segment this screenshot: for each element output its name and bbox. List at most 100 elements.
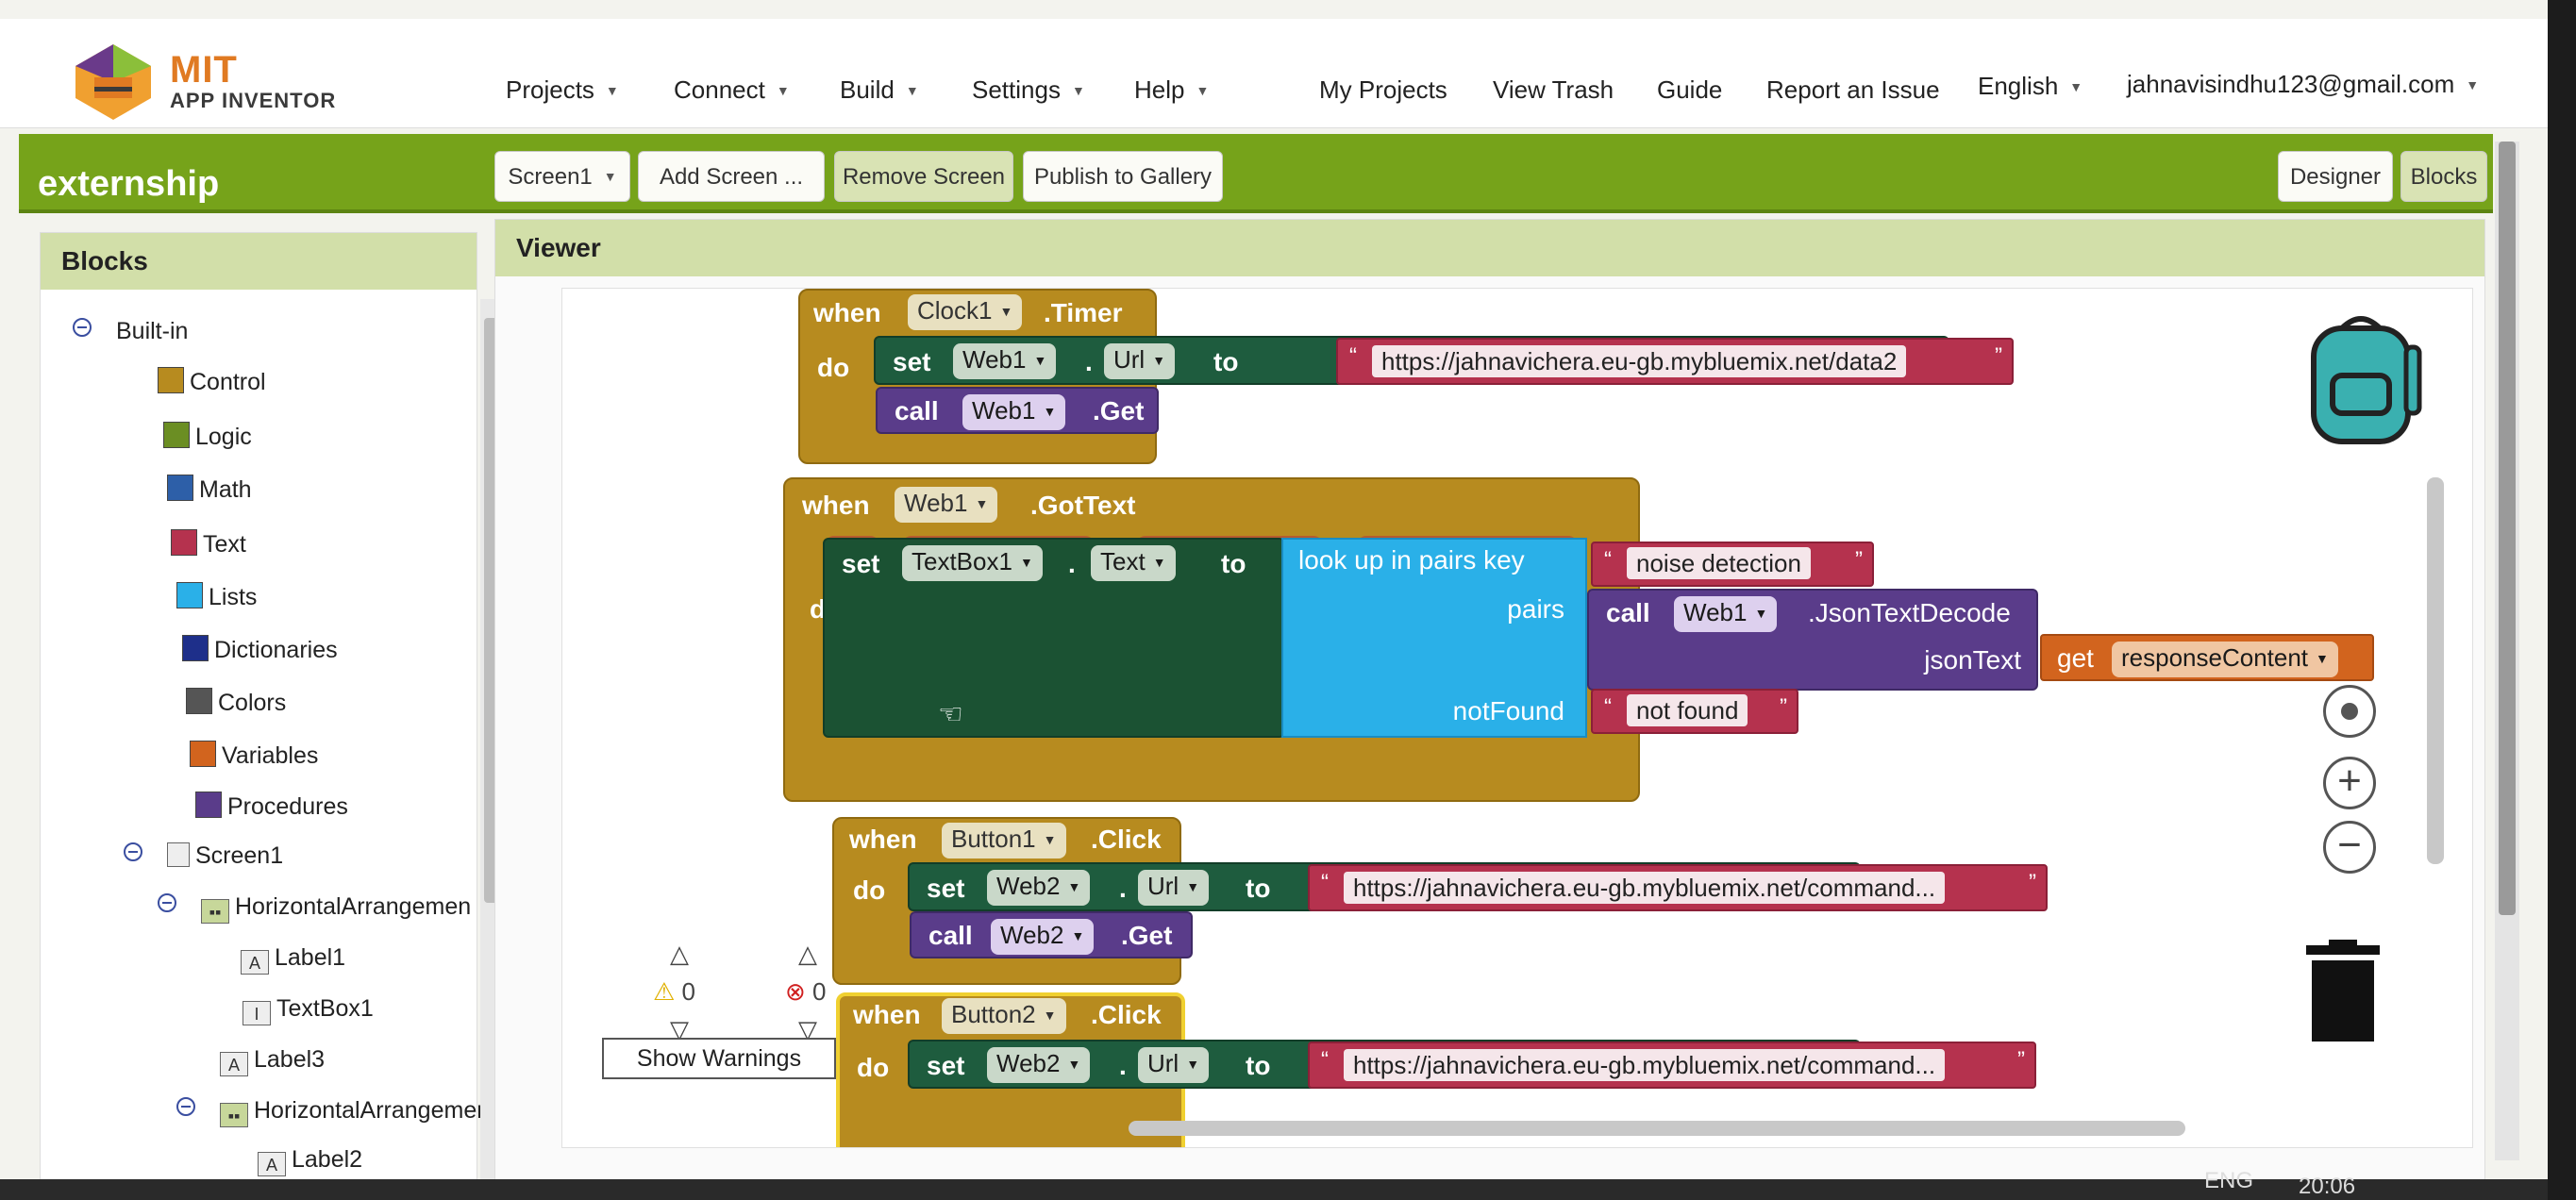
tree-horizontal-arrangement-2[interactable]: ▪▪ HorizontalArrangemen — [176, 1097, 490, 1127]
publish-gallery-button[interactable]: Publish to Gallery — [1023, 151, 1223, 202]
url-property-dropdown[interactable]: Url ▼ — [1100, 343, 1179, 379]
builtin-dictionaries[interactable]: Dictionaries — [182, 635, 338, 664]
remove-screen-button[interactable]: Remove Screen — [834, 151, 1013, 202]
url-text-value[interactable]: https://jahnavichera.eu-gb.mybluemix.net… — [1344, 1049, 1946, 1081]
tree-builtin[interactable]: Built-in — [73, 318, 188, 345]
command-url-text-block-2[interactable]: “ https://jahnavichera.eu-gb.mybluemix.n… — [1308, 1042, 2036, 1089]
warning-up-arrow-icon[interactable]: △ — [670, 940, 689, 969]
web1-event-dropdown[interactable]: Web1 ▼ — [891, 487, 1001, 523]
collapse-icon[interactable] — [124, 842, 142, 861]
error-icon: ⊗ — [785, 977, 806, 1006]
clock1-dropdown[interactable]: Clock1 ▼ — [904, 294, 1026, 330]
show-warnings-button[interactable]: Show Warnings — [602, 1038, 836, 1079]
url-text-block[interactable]: “ https://jahnavichera.eu-gb.mybluemix.n… — [1336, 338, 2014, 385]
builtin-control[interactable]: Control — [158, 367, 266, 396]
button2-dropdown[interactable]: Button2 ▼ — [938, 998, 1070, 1034]
lookup-in-pairs-block[interactable]: look up in pairs key pairs notFound — [1281, 538, 1587, 738]
language-selector[interactable]: English ▼ — [1978, 72, 2083, 101]
collapse-icon[interactable] — [176, 1097, 195, 1116]
web1-call-dropdown[interactable]: Web1 ▼ — [959, 394, 1069, 430]
do-keyword: do — [817, 353, 850, 382]
notfound-text-value[interactable]: not found — [1627, 694, 1748, 726]
call-jsontextdecode-block[interactable]: call Web1 ▼ .JsonTextDecode jsonText — [1587, 589, 2038, 691]
collapse-icon[interactable] — [73, 318, 92, 337]
text-property-dropdown[interactable]: Text ▼ — [1087, 545, 1179, 581]
menu-build[interactable]: Build ▼ — [840, 75, 919, 105]
backpack-icon[interactable] — [2295, 309, 2427, 451]
tree-label2[interactable]: A Label2 — [258, 1146, 362, 1176]
builtin-math[interactable]: Math — [167, 475, 252, 504]
logo-mit-text: MIT — [170, 49, 238, 91]
call-web1-get-block[interactable]: call Web1 ▼ .Get — [876, 387, 1159, 434]
zoom-out-icon[interactable]: − — [2323, 821, 2376, 874]
zoom-in-icon[interactable]: + — [2323, 757, 2376, 809]
tree-textbox1[interactable]: I TextBox1 — [243, 995, 374, 1025]
notfound-text-block[interactable]: “ not found ” — [1591, 689, 1798, 734]
textbox1-dropdown[interactable]: TextBox1 ▼ — [898, 545, 1046, 581]
dot-separator: . — [1119, 1051, 1127, 1080]
recenter-icon[interactable] — [2323, 685, 2376, 738]
collapse-icon[interactable] — [158, 893, 176, 912]
web1-dropdown[interactable]: Web1 ▼ — [949, 343, 1060, 379]
tree-label1[interactable]: A Label1 — [241, 944, 345, 975]
chevron-down-icon: ▼ — [2316, 651, 2329, 666]
key-text-value[interactable]: noise detection — [1627, 547, 1811, 579]
link-guide[interactable]: Guide — [1657, 75, 1722, 105]
error-up-arrow-icon[interactable]: △ — [798, 940, 817, 969]
builtin-lists[interactable]: Lists — [176, 582, 257, 611]
call-web2-get-block[interactable]: call Web2 ▼ .Get — [910, 911, 1193, 958]
tree-screen1[interactable]: Screen1 — [124, 842, 283, 870]
screen-select[interactable]: Screen1 ▼ — [494, 151, 630, 202]
app-inventor-logo[interactable]: MIT APP INVENTOR — [66, 30, 349, 125]
builtin-procedures[interactable]: Procedures — [195, 792, 348, 821]
web1-decode-dropdown[interactable]: Web1 ▼ — [1670, 596, 1781, 632]
blocks-button[interactable]: Blocks — [2400, 151, 2487, 202]
builtin-text[interactable]: Text — [171, 529, 246, 558]
web2-call-dropdown[interactable]: Web2 ▼ — [987, 919, 1097, 955]
workspace-horizontal-scrollbar[interactable] — [1129, 1121, 2185, 1136]
taskbar-clock: 20:06 — [2299, 1174, 2356, 1199]
tree-horizontal-arrangement-1[interactable]: ▪▪ HorizontalArrangemen — [158, 893, 471, 924]
get-response-content-block[interactable]: get responseContent ▼ — [2040, 634, 2374, 681]
dictionaries-swatch-icon — [182, 635, 209, 661]
menu-connect[interactable]: Connect ▼ — [674, 75, 790, 105]
chevron-down-icon: ▼ — [1071, 928, 1085, 943]
get-variable-dropdown[interactable]: responseContent ▼ — [2108, 642, 2342, 677]
pairs-label: pairs — [1507, 594, 1564, 624]
link-report-issue[interactable]: Report an Issue — [1766, 75, 1940, 105]
web2-dropdown[interactable]: Web2 ▼ — [983, 1047, 1094, 1083]
set-textbox1-text-block[interactable]: set TextBox1 ▼ . Text ▼ to ☜ — [823, 538, 1285, 738]
url-text-value[interactable]: https://jahnavichera.eu-gb.mybluemix.net… — [1344, 872, 1946, 904]
chevron-down-icon: ▼ — [1196, 83, 1210, 98]
get-keyword: get — [2057, 643, 2094, 673]
menu-help[interactable]: Help ▼ — [1134, 75, 1209, 105]
button1-dropdown[interactable]: Button1 ▼ — [938, 823, 1070, 858]
builtin-logic[interactable]: Logic — [163, 422, 252, 451]
url-text-value[interactable]: https://jahnavichera.eu-gb.mybluemix.net… — [1372, 345, 1907, 377]
page-scrollbar[interactable] — [2495, 142, 2519, 1160]
hand-cursor-icon: ☜ — [938, 699, 963, 730]
web2-dropdown[interactable]: Web2 ▼ — [983, 870, 1094, 906]
method-name: .Get — [1121, 921, 1173, 950]
page-scrollbar-thumb[interactable] — [2499, 142, 2516, 915]
url-property-dropdown[interactable]: Url ▼ — [1134, 1047, 1213, 1083]
builtin-colors[interactable]: Colors — [186, 688, 286, 717]
chevron-down-icon: ▼ — [603, 169, 617, 184]
trash-icon[interactable] — [2300, 940, 2385, 1043]
blocks-workspace[interactable]: when Clock1 ▼ .Timer do set Web1 ▼ . Url ▼ … — [561, 288, 2473, 1148]
builtin-variables[interactable]: Variables — [190, 741, 318, 770]
link-my-projects[interactable]: My Projects — [1319, 75, 1447, 105]
chevron-down-icon: ▼ — [905, 83, 919, 98]
taskbar-language: ENG — [2204, 1168, 2254, 1193]
link-view-trash[interactable]: View Trash — [1493, 75, 1614, 105]
user-account-menu[interactable]: jahnavisindhu123@gmail.com ▼ — [2127, 70, 2479, 99]
command-url-text-block-1[interactable]: “ https://jahnavichera.eu-gb.mybluemix.n… — [1308, 864, 2048, 911]
tree-label3[interactable]: A Label3 — [220, 1046, 325, 1076]
designer-button[interactable]: Designer — [2278, 151, 2393, 202]
url-property-dropdown[interactable]: Url ▼ — [1134, 870, 1213, 906]
workspace-vertical-scrollbar[interactable] — [2427, 477, 2444, 864]
add-screen-button[interactable]: Add Screen ... — [638, 151, 825, 202]
key-text-block[interactable]: “ noise detection ” — [1591, 542, 1874, 587]
menu-projects[interactable]: Projects ▼ — [506, 75, 619, 105]
menu-settings[interactable]: Settings ▼ — [972, 75, 1085, 105]
